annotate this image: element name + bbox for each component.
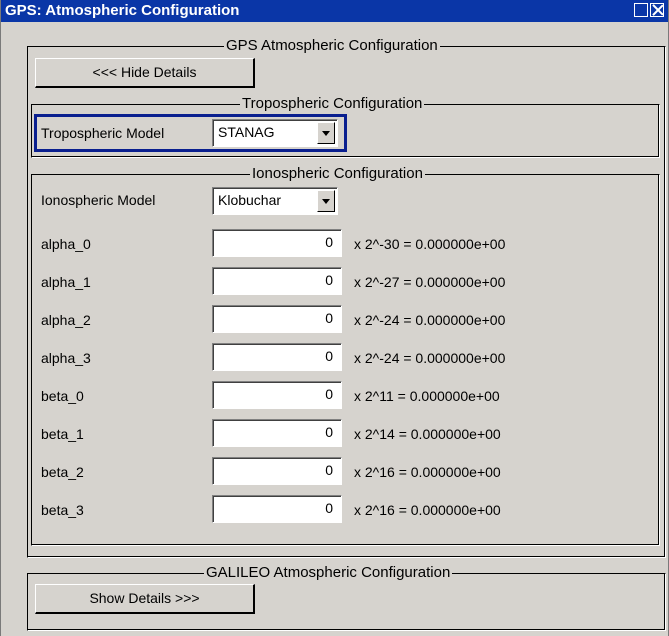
param-input-beta-3[interactable]: 0 xyxy=(212,495,342,523)
param-input-alpha-1[interactable]: 0 xyxy=(212,267,342,295)
param-label-alpha-2: alpha_2 xyxy=(41,312,91,328)
title-bar-controls xyxy=(634,3,664,19)
gps-group-legend: GPS Atmospheric Configuration xyxy=(224,37,440,54)
param-label-alpha-3: alpha_3 xyxy=(41,350,91,366)
ionospheric-model-select[interactable]: Klobuchar xyxy=(212,187,338,215)
param-label-beta-3: beta_3 xyxy=(41,502,84,518)
param-label-beta-1: beta_1 xyxy=(41,426,84,442)
param-label-beta-2: beta_2 xyxy=(41,464,84,480)
hide-details-button[interactable]: <<< Hide Details xyxy=(35,58,255,88)
title-bar: GPS: Atmospheric Configuration xyxy=(1,0,668,22)
ionospheric-group: Ionospheric Configuration xyxy=(31,166,660,546)
galileo-group-legend: GALILEO Atmospheric Configuration xyxy=(204,564,453,581)
param-input-alpha-2[interactable]: 0 xyxy=(212,305,342,333)
param-factor-alpha-0: x 2^-30 = 0.000000e+00 xyxy=(354,236,506,252)
show-details-button[interactable]: Show Details >>> xyxy=(35,584,255,614)
param-input-beta-2[interactable]: 0 xyxy=(212,457,342,485)
tropospheric-model-select[interactable]: STANAG xyxy=(212,119,338,147)
param-label-alpha-0: alpha_0 xyxy=(41,236,91,252)
tropo-group-legend: Tropospheric Configuration xyxy=(240,95,425,112)
ionospheric-model-label: Ionospheric Model xyxy=(41,192,156,208)
param-factor-beta-2: x 2^16 = 0.000000e+00 xyxy=(354,464,501,480)
param-label-alpha-1: alpha_1 xyxy=(41,274,91,290)
restore-icon[interactable] xyxy=(634,3,648,17)
param-input-alpha-3[interactable]: 0 xyxy=(212,343,342,371)
param-factor-alpha-1: x 2^-27 = 0.000000e+00 xyxy=(354,274,506,290)
chevron-down-icon[interactable] xyxy=(317,122,335,144)
param-factor-beta-3: x 2^16 = 0.000000e+00 xyxy=(354,502,501,518)
tropospheric-model-value: STANAG xyxy=(218,124,275,140)
param-input-alpha-0[interactable]: 0 xyxy=(212,229,342,257)
chevron-down-icon[interactable] xyxy=(317,190,335,212)
param-input-beta-0[interactable]: 0 xyxy=(212,381,342,409)
param-factor-beta-0: x 2^11 = 0.000000e+00 xyxy=(354,388,500,404)
iono-group-legend: Ionospheric Configuration xyxy=(250,165,425,182)
close-icon[interactable] xyxy=(650,3,664,17)
param-factor-alpha-2: x 2^-24 = 0.000000e+00 xyxy=(354,312,506,328)
param-factor-beta-1: x 2^14 = 0.000000e+00 xyxy=(354,426,501,442)
window-title: GPS: Atmospheric Configuration xyxy=(5,2,240,19)
param-label-beta-0: beta_0 xyxy=(41,388,84,404)
atmospheric-config-window: GPS: Atmospheric Configuration GPS Atmos… xyxy=(0,0,669,636)
param-factor-alpha-3: x 2^-24 = 0.000000e+00 xyxy=(354,350,506,366)
param-input-beta-1[interactable]: 0 xyxy=(212,419,342,447)
ionospheric-model-value: Klobuchar xyxy=(218,192,282,208)
tropospheric-model-label: Tropospheric Model xyxy=(41,125,165,141)
